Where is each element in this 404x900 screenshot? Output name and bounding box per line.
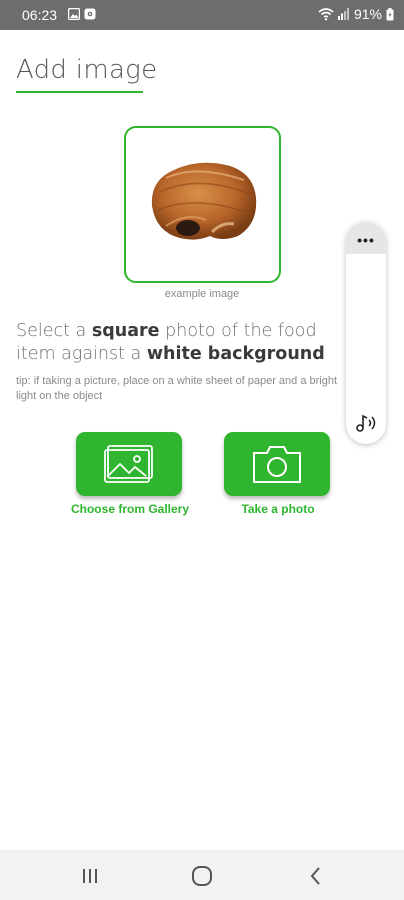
battery-icon bbox=[386, 7, 394, 20]
wifi-icon bbox=[318, 8, 334, 21]
instruction-emphasis-white: white background bbox=[146, 344, 325, 364]
navigation-bar bbox=[0, 850, 404, 900]
choose-from-gallery-button[interactable] bbox=[76, 432, 182, 496]
settings-badge-icon bbox=[84, 8, 96, 20]
status-right: 91% bbox=[318, 6, 394, 22]
take-photo-button[interactable] bbox=[224, 432, 330, 496]
audio-accessibility-icon[interactable] bbox=[354, 412, 378, 434]
instruction-part1: Select a bbox=[16, 321, 92, 341]
example-image-frame bbox=[124, 126, 281, 283]
signal-icon bbox=[337, 8, 349, 20]
status-bar: 06:23 91% bbox=[0, 0, 404, 30]
instruction-emphasis-square: square bbox=[91, 321, 160, 341]
screen: 06:23 91% Add image example image Select… bbox=[0, 0, 404, 900]
page-title: Add image bbox=[16, 55, 158, 85]
tip-text: tip: if taking a picture, place on a whi… bbox=[16, 375, 338, 402]
more-icon[interactable]: ••• bbox=[354, 232, 378, 248]
instruction-text: Select a square photo of the food item a… bbox=[16, 320, 356, 366]
gallery-label[interactable]: Choose from Gallery bbox=[70, 502, 190, 517]
recent-apps-icon[interactable] bbox=[78, 864, 102, 888]
home-icon[interactable] bbox=[190, 864, 214, 888]
example-caption: example image bbox=[164, 288, 240, 300]
status-time: 06:23 bbox=[22, 7, 58, 23]
battery-percent: 91% bbox=[353, 6, 382, 22]
camera-icon bbox=[253, 446, 301, 483]
gallery-icon bbox=[104, 445, 153, 483]
camera-label[interactable]: Take a photo bbox=[218, 502, 338, 517]
croissant-icon bbox=[151, 162, 257, 240]
image-icon bbox=[68, 8, 80, 20]
back-icon[interactable] bbox=[304, 864, 328, 888]
floating-side-panel[interactable]: ••• bbox=[346, 222, 386, 444]
title-underline bbox=[16, 91, 143, 93]
